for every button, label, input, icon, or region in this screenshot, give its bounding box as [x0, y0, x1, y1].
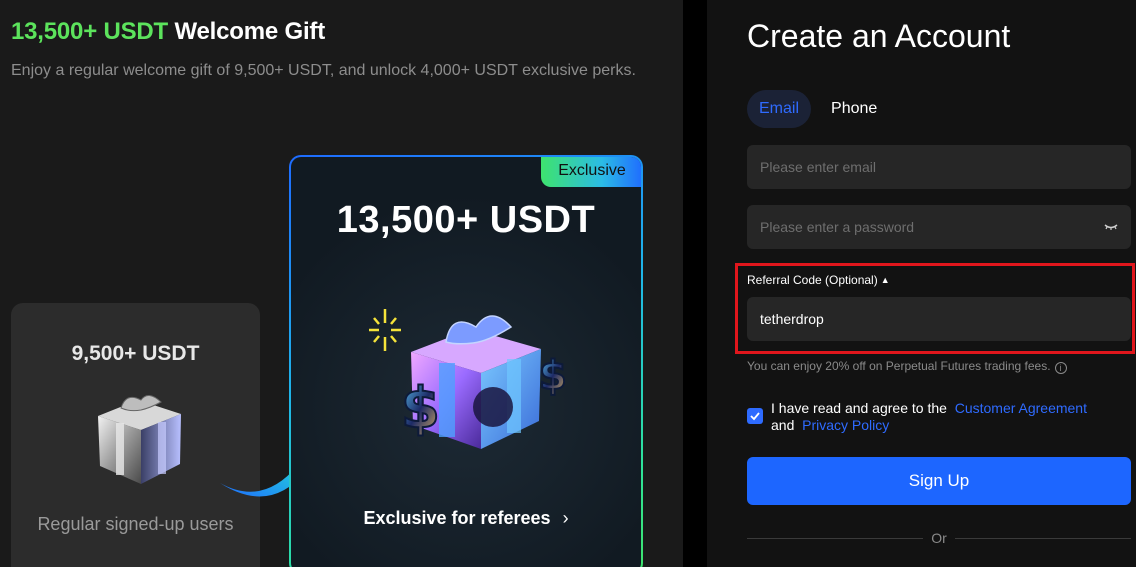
promo-title: 13,500+ USDT Welcome Gift [11, 18, 325, 46]
signup-form-panel: Create an Account Email Phone Referral C… [707, 0, 1136, 567]
referral-hint-text: You can enjoy 20% off on Perpetual Futur… [747, 359, 1051, 373]
tab-email[interactable]: Email [747, 90, 812, 128]
exclusive-referees-label: Exclusive for referees [363, 508, 551, 528]
agree-prefix: I have read and agree to the [771, 400, 947, 416]
signup-method-tabs: Email Phone [747, 90, 889, 128]
privacy-policy-link[interactable]: Privacy Policy [802, 417, 889, 433]
separator-line-right [955, 538, 1131, 539]
agree-and: and [771, 417, 795, 433]
email-field-wrapper [747, 145, 1131, 189]
regular-gift-caption: Regular signed-up users [37, 514, 234, 534]
check-icon [750, 412, 760, 421]
referral-hint: You can enjoy 20% off on Perpetual Futur… [747, 359, 1067, 374]
or-separator: Or [747, 530, 1131, 546]
referral-label: Referral Code (Optional) [747, 273, 878, 287]
info-icon[interactable]: i [1054, 362, 1067, 374]
email-input[interactable] [747, 145, 1131, 189]
panel-divider [683, 0, 707, 567]
promo-title-text: Welcome Gift [168, 18, 326, 45]
exclusive-badge: Exclusive [541, 157, 641, 187]
password-field-wrapper [747, 205, 1131, 249]
exclusive-card-body: Exclusive 13,500+ USDT $ $ Exclusive for… [291, 157, 641, 567]
regular-gift-amount: 9,500+ USDT [71, 342, 200, 365]
caret-up-icon: ▲ [880, 275, 890, 285]
promo-title-amount: 13,500+ USDT [11, 18, 169, 45]
silver-gift-icon [98, 395, 181, 484]
password-input[interactable] [747, 205, 1131, 249]
eye-closed-icon[interactable] [1103, 219, 1119, 235]
agreement-text: I have read and agree to the Customer Ag… [771, 400, 1131, 434]
svg-text:$: $ [539, 353, 567, 399]
svg-text:$: $ [401, 376, 440, 441]
exclusive-gift-card[interactable]: Exclusive 13,500+ USDT $ $ Exclusive for… [289, 155, 643, 567]
promo-panel: 13,500+ USDT Welcome Gift Enjoy a regula… [0, 0, 683, 567]
exclusive-gift-amount: 13,500+ USDT [336, 199, 596, 241]
referral-field-wrapper [747, 297, 1131, 341]
exclusive-referees-link[interactable]: Exclusive for referees › [291, 508, 641, 529]
gift-box-icon: $ $ [369, 309, 568, 449]
referral-code-input[interactable] [747, 297, 1131, 341]
agree-checkbox[interactable] [747, 408, 763, 424]
sign-up-button[interactable]: Sign Up [747, 457, 1131, 505]
form-title: Create an Account [747, 18, 1011, 54]
customer-agreement-link[interactable]: Customer Agreement [955, 400, 1087, 416]
chevron-right-icon: › [562, 508, 569, 528]
referral-toggle[interactable]: Referral Code (Optional) ▲ [747, 273, 890, 287]
promo-description: Enjoy a regular welcome gift of 9,500+ U… [11, 62, 636, 79]
tab-phone[interactable]: Phone [819, 90, 889, 128]
